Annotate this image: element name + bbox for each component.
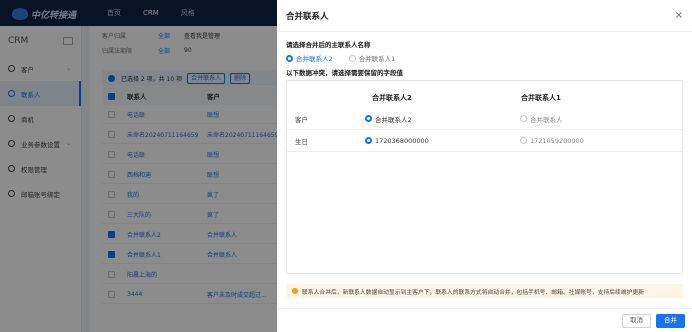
drawer-title: 合并联系人 [286,11,329,22]
close-icon[interactable]: × [675,10,683,21]
compare-row-birthday: 生日 1720368000000 1721059200000 [287,130,682,152]
compare-option-b[interactable]: 1721059200000 [520,137,584,145]
compare-row-label: 客户 [295,115,308,124]
warning-icon [292,288,298,294]
conflict-compare-table: 合并联系人2 合并联系人1 客户 合并联系人2 合并联系人 生日 1720368… [286,80,683,274]
primary-name-radio-group: 合并联系人2 合并联系人1 [286,53,411,63]
conflict-label: 以下数据冲突，请选择需要保留的字段值 [286,69,403,77]
merge-contacts-drawer: 合并联系人 × 请选择合并后的主联系人名称 合并联系人2 合并联系人1 以下数据… [277,0,692,332]
radio-unchecked-icon [520,137,527,144]
radio-checked-icon [365,137,372,144]
radio-unchecked-icon [520,115,527,122]
warning-text: 联系人合并后，新联系人数据自动显示到主客户下，联系人的联系方式将自动合并，包括手… [302,289,645,296]
compare-value: 1720368000000 [375,136,429,145]
radio-checked-icon [365,115,372,122]
compare-option-a[interactable]: 1720368000000 [365,137,429,145]
compare-column-a-title: 合并联系人2 [372,94,412,102]
radio-label: 合并联系人2 [296,55,333,63]
compare-value: 合并联系人2 [375,115,412,124]
compare-row-label: 生日 [295,137,308,146]
drawer-header: 合并联系人 × [277,0,692,32]
radio-label: 合并联系人1 [358,55,396,63]
compare-option-b[interactable]: 合并联系人 [520,114,563,124]
radio-checked-icon [286,54,293,62]
primary-name-label: 请选择合并后的主联系人名称 [286,41,371,49]
drawer-footer: 取消 合并 [277,308,692,332]
cancel-button[interactable]: 取消 [622,314,651,328]
radio-unchecked-icon [348,54,356,62]
merge-warning: 联系人合并后，新联系人数据自动显示到主客户下，联系人的联系方式将自动合并，包括手… [286,284,683,298]
compare-option-a[interactable]: 合并联系人2 [365,114,412,124]
merge-button[interactable]: 合并 [656,314,685,328]
compare-row-customer: 客户 合并联系人2 合并联系人 [287,108,682,130]
radio-option-contact1[interactable]: 合并联系人1 [348,53,396,63]
compare-value: 合并联系人 [530,115,563,124]
compare-value: 1721059200000 [530,136,584,145]
compare-column-b-title: 合并联系人1 [521,94,561,102]
radio-option-contact2[interactable]: 合并联系人2 [286,53,333,63]
